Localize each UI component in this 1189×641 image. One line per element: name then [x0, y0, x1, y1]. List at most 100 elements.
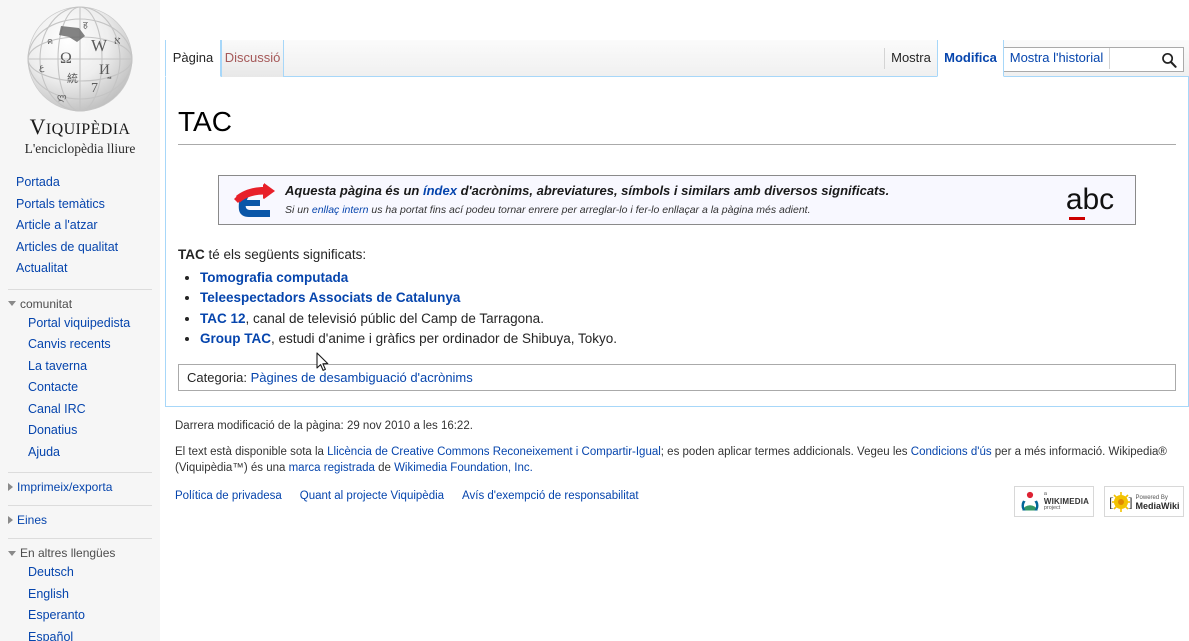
tab-divider-right — [1109, 48, 1110, 69]
sidebar-item-deutsch[interactable]: Deutsch — [0, 563, 160, 583]
svg-text:[: [ — [1109, 496, 1114, 511]
sidebar-item: Contacte — [0, 377, 160, 399]
footer-link-1[interactable]: Quant al projecte Viquipèdia — [300, 490, 444, 502]
sidebar-group-label-eines: Eines — [17, 513, 48, 527]
sidebar-item: Esperanto — [0, 605, 160, 627]
sidebar-group-toggle-imprimeix-exporta[interactable]: Imprimeix/exporta — [0, 476, 160, 496]
sidebar-item-esperanto[interactable]: Esperanto — [0, 606, 160, 626]
sidebar-item-portal-viquipedista[interactable]: Portal viquipedista — [0, 314, 160, 334]
footer: Darrera modificació de la pàgina: 29 nov… — [165, 420, 1189, 517]
sidebar-group-toggle-altres-llengues[interactable]: En altres llengües — [0, 542, 160, 562]
svg-text:7: 7 — [91, 81, 98, 96]
wordmark-rest: IQUIPÈDIA — [45, 121, 131, 138]
footer-link-2[interactable]: Avís d'exempció de responsabilitat — [462, 490, 639, 502]
sidebar-item-portals-tem-tics[interactable]: Portals temàtics — [0, 195, 160, 215]
sidebar-item-articles-de-qualitat[interactable]: Articles de qualitat — [0, 238, 160, 258]
meaning-link-2[interactable]: TAC 12 — [200, 311, 246, 326]
chevron-down-icon — [8, 301, 16, 306]
sidebar-item-portada[interactable]: Portada — [0, 173, 160, 193]
sidebar-item-english[interactable]: English — [0, 585, 160, 605]
wikimedia-badge-project: project — [1043, 505, 1061, 511]
sidebar-group-label-imprimeix-exporta: Imprimeix/exporta — [17, 480, 113, 494]
copy-text-2: ; es poden aplicar termes addicionals. V… — [660, 446, 911, 458]
dab-internal-link[interactable]: enllaç intern — [312, 204, 369, 216]
svg-text:]: ] — [1128, 496, 1133, 511]
wordmark: VIQUIPÈDIA — [0, 116, 160, 138]
disambiguation-arrow-icon — [227, 182, 279, 218]
footer-link-0[interactable]: Política de privadesa — [175, 490, 282, 502]
meaning-link-1[interactable]: Teleespectadors Associats de Catalunya — [200, 290, 460, 305]
svg-text:ह: ह — [83, 20, 88, 30]
disambiguation-line-2: Si un enllaç intern us ha portat fins ac… — [285, 204, 1055, 216]
sidebar-group-toggle-comunitat[interactable]: comunitat — [0, 293, 160, 313]
wikimedia-foundation-link[interactable]: Wikimedia Foundation, Inc. — [394, 462, 533, 474]
sidebar-group-comunitat: comunitat Portal viquipedista Canvis recen… — [0, 293, 160, 468]
mediawiki-badge[interactable]: [ ] Powered By MediaWiki — [1104, 486, 1184, 517]
wikimedia-badge[interactable]: a WIKIMEDIA project — [1014, 486, 1094, 517]
trademark-link[interactable]: marca registrada — [289, 462, 375, 474]
dab-index-link[interactable]: índex — [423, 183, 457, 198]
license-link[interactable]: Llicència de Creative Commons Reconeixem… — [327, 446, 661, 458]
tab-pagina[interactable]: Pàgina — [165, 40, 221, 77]
meaning-description-3: , estudi d'anime i gràfics per ordinador… — [271, 331, 618, 347]
terms-link[interactable]: Condicions d'ús — [911, 446, 992, 458]
svg-text:ლ: ლ — [57, 92, 67, 103]
svg-text:ع: ع — [39, 62, 45, 73]
copy-text-4: de — [374, 462, 395, 474]
mediawiki-badge-name: MediaWiki — [1135, 500, 1180, 511]
mediawiki-badge-text: Powered By MediaWiki — [1135, 494, 1180, 511]
sidebar-group-navigation: Portada Portals temàtics Article a l'atzar… — [0, 172, 160, 284]
tab-discussio[interactable]: Discussió — [221, 40, 284, 77]
chevron-right-icon — [8, 516, 13, 524]
tab-divider-left — [884, 48, 885, 69]
sidebar-item-ajuda[interactable]: Ajuda — [0, 443, 160, 463]
category-prefix: Categoria: — [187, 370, 251, 386]
svg-text:И: И — [99, 62, 110, 78]
site-tagline: L'enciclopèdia lliure — [24, 141, 136, 156]
sidebar-item-contacte[interactable]: Contacte — [0, 378, 160, 398]
tab-modifica[interactable]: Modifica — [937, 40, 1004, 77]
meaning-link-0[interactable]: Tomografia computada — [200, 270, 348, 285]
sidebar-item-canal-irc[interactable]: Canal IRC — [0, 400, 160, 420]
list-item: Teleespectadors Associats de Catalunya — [200, 290, 1176, 305]
footer-copyright: El text està disponible sota la Llicènci… — [175, 444, 1179, 476]
list-item: Tomografia computada — [200, 270, 1176, 285]
sidebar-item-la-taverna[interactable]: La taverna — [0, 357, 160, 377]
chevron-right-icon — [8, 483, 13, 491]
intro-paragraph: TAC té els següents significats: — [178, 247, 1176, 262]
sidebar-item: Español — [0, 627, 160, 641]
wikimedia-badge-text: a WIKIMEDIA project — [1044, 491, 1089, 512]
svg-text:א: א — [114, 35, 121, 47]
sidebar-group-toggle-eines[interactable]: Eines — [0, 509, 160, 529]
sidebar-item-espa-ol[interactable]: Español — [0, 628, 160, 641]
intro-bold: TAC — [178, 246, 205, 262]
sidebar-item: Article a l'atzar — [0, 215, 160, 237]
sidebar-item-donatius[interactable]: Donatius — [0, 421, 160, 441]
sidebar-item-article-a-l-atzar[interactable]: Article a l'atzar — [0, 216, 160, 236]
browser-page: Inicia una sessió / crea un compte — [0, 0, 1189, 641]
svg-text:ค: ค — [47, 36, 53, 46]
search-icon[interactable] — [1155, 48, 1183, 71]
footer-badges: a WIKIMEDIA project [ ] Powered By Media… — [1014, 486, 1184, 517]
tab-historial-label: Mostra l'historial — [1009, 50, 1104, 65]
sidebar-item: Articles de qualitat — [0, 237, 160, 259]
mediawiki-logo-icon: [ ] — [1109, 491, 1133, 512]
mediawiki-badge-powered: Powered By — [1135, 494, 1168, 501]
sidebar-item-canvis-recents[interactable]: Canvis recents — [0, 335, 160, 355]
disambiguation-notice: Aquesta pàgina és un índex d'acrònims, a… — [218, 174, 1136, 225]
disambiguation-line-1: Aquesta pàgina és un índex d'acrònims, a… — [285, 183, 1055, 198]
sidebar-group-label-altres-llengues: En altres llengües — [20, 546, 116, 560]
tab-discussio-label: Discussió — [224, 50, 281, 65]
sidebar-item: Donatius — [0, 420, 160, 442]
sidebar-divider — [8, 505, 152, 506]
tab-mostra[interactable]: Mostra — [885, 40, 937, 77]
wikipedia-globe-icon: W Ω И 統 7 א ع ค ह ี ლ — [27, 6, 133, 112]
tab-historial[interactable]: Mostra l'historial — [1004, 40, 1109, 77]
wikimedia-badge-name: WIKIMEDIA — [1043, 497, 1090, 506]
sidebar-item-actualitat[interactable]: Actualitat — [0, 259, 160, 279]
page-title: TAC — [178, 106, 1176, 145]
left-column: W Ω И 統 7 א ع ค ह ี ლ VIQUIPÈDIA L'encic… — [0, 0, 160, 641]
site-logo[interactable]: W Ω И 統 7 א ع ค ह ี ლ VIQUIPÈDIA L'encic… — [0, 4, 160, 159]
meaning-link-3[interactable]: Group TAC — [200, 331, 271, 346]
category-link[interactable]: Pàgines de desambiguació d'acrònims — [251, 370, 473, 385]
